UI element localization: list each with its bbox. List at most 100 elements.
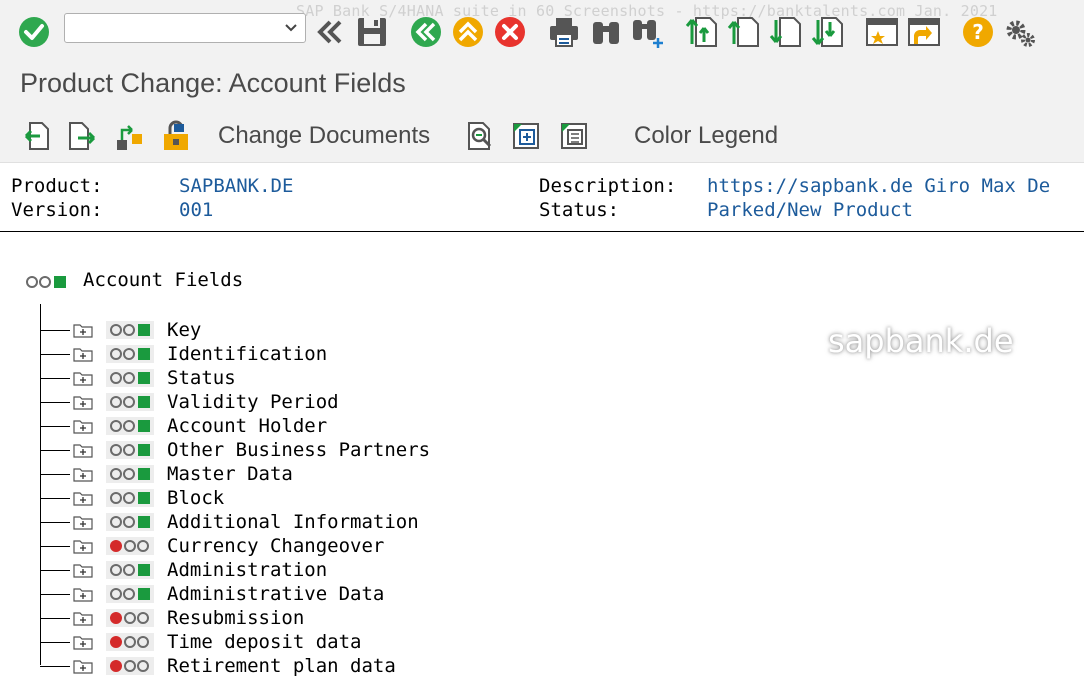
status-green-light-icon (106, 321, 154, 339)
tree-node[interactable]: Block (40, 486, 600, 510)
tree-node[interactable]: Resubmission (40, 606, 600, 630)
command-input[interactable] (71, 15, 275, 43)
next-page-icon[interactable] (768, 14, 804, 50)
color-legend-button[interactable]: Color Legend (634, 122, 778, 150)
change-documents-button[interactable]: Change Documents (218, 122, 430, 150)
tree-node[interactable]: Currency Changeover (40, 534, 600, 558)
status-green-light-icon (106, 393, 154, 411)
tree-node[interactable]: Retirement plan data (40, 654, 600, 678)
page-forward-icon[interactable] (66, 120, 98, 152)
version-label: Version: (11, 199, 103, 221)
tree-node-label[interactable]: Administrative Data (167, 582, 384, 606)
tree-node[interactable]: Master Data (40, 462, 600, 486)
enter-checkmark-icon[interactable] (16, 14, 52, 50)
print-icon[interactable] (546, 14, 582, 50)
folder-expand-icon[interactable] (73, 586, 93, 602)
tree-node-label[interactable]: Block (167, 486, 224, 510)
tree-node[interactable]: Administrative Data (40, 582, 600, 606)
folder-expand-icon[interactable] (73, 538, 93, 554)
folder-expand-icon[interactable] (73, 658, 93, 674)
back-icon[interactable] (408, 14, 444, 50)
tree-node[interactable]: Key (40, 318, 600, 342)
status-green-light-icon (106, 561, 154, 579)
folder-expand-icon[interactable] (73, 394, 93, 410)
status-green-light-icon (106, 585, 154, 603)
status-green-light-icon (106, 369, 154, 387)
last-page-icon[interactable] (810, 14, 846, 50)
find-next-icon[interactable] (630, 14, 666, 50)
tree-node[interactable]: Account Holder (40, 414, 600, 438)
unlock-icon[interactable] (160, 120, 192, 152)
folder-expand-icon[interactable] (73, 490, 93, 506)
chevron-down-icon[interactable] (283, 20, 299, 36)
cancel-icon[interactable] (492, 14, 528, 50)
new-session-icon[interactable] (864, 14, 900, 50)
status-label: Status: (539, 199, 620, 221)
folder-expand-icon[interactable] (73, 442, 93, 458)
tree-node-label[interactable]: Validity Period (167, 390, 339, 414)
help-icon[interactable]: ? (960, 14, 996, 50)
folder-expand-icon[interactable] (73, 322, 93, 338)
tree-node[interactable]: Additional Information (40, 510, 600, 534)
status-green-light-icon (106, 417, 154, 435)
version-value: 001 (179, 199, 214, 221)
folder-expand-icon[interactable] (73, 466, 93, 482)
status-red-light-icon (106, 633, 154, 651)
tree-node[interactable]: Identification (40, 342, 600, 366)
tree-node[interactable]: Status (40, 366, 600, 390)
shortcut-icon[interactable] (906, 14, 942, 50)
page-back-icon[interactable] (20, 120, 52, 152)
status-green-light-icon (106, 489, 154, 507)
folder-expand-icon[interactable] (73, 634, 93, 650)
product-value: SAPBANK.DE (179, 175, 294, 197)
folder-expand-icon[interactable] (73, 610, 93, 626)
gear-icon[interactable] (1002, 14, 1038, 50)
tree-node[interactable]: Other Business Partners (40, 438, 600, 462)
tree-node-label[interactable]: Additional Information (167, 510, 419, 534)
folder-expand-icon[interactable] (73, 346, 93, 362)
collapse-all-icon[interactable] (558, 120, 590, 152)
tree-branch-line (40, 618, 70, 619)
status-green-light-icon (106, 465, 154, 483)
folder-expand-icon[interactable] (73, 370, 93, 386)
tree-node-label[interactable]: Key (167, 318, 201, 342)
status-red-light-icon (106, 537, 154, 555)
tree-root-label[interactable]: Account Fields (83, 269, 243, 291)
previous-page-icon[interactable] (726, 14, 762, 50)
tree-node-label[interactable]: Currency Changeover (167, 534, 384, 558)
folder-expand-icon[interactable] (73, 418, 93, 434)
tree-node-label[interactable]: Other Business Partners (167, 438, 430, 462)
tree-branch-line (40, 474, 70, 475)
double-chevron-left-icon[interactable] (312, 14, 348, 50)
tree-node-label[interactable]: Time deposit data (167, 630, 361, 654)
tree-node-label[interactable]: Resubmission (167, 606, 304, 630)
find-icon[interactable] (588, 14, 624, 50)
system-toolbar: SAP Bank S/4HANA suite in 60 Screenshots… (0, 0, 1084, 63)
tree-node-label[interactable]: Administration (167, 558, 327, 582)
tree-node[interactable]: Time deposit data (40, 630, 600, 654)
tree-node[interactable]: Administration (40, 558, 600, 582)
root-status-icon (25, 274, 69, 295)
first-page-icon[interactable] (684, 14, 720, 50)
tree-branch-line (40, 666, 70, 667)
tree-node[interactable]: Validity Period (40, 390, 600, 414)
save-icon[interactable] (354, 14, 390, 50)
command-field[interactable] (64, 13, 306, 43)
hierarchy-icon[interactable] (114, 120, 146, 152)
tree-branch-line (40, 330, 70, 331)
expand-all-icon[interactable] (510, 120, 542, 152)
page-title: Product Change: Account Fields (20, 68, 406, 98)
tree-node-label[interactable]: Master Data (167, 462, 293, 486)
watermark-logo: sapbank.de (828, 322, 1014, 360)
zoom-document-icon[interactable] (464, 120, 496, 152)
tree-branch-line (40, 594, 70, 595)
tree-node-label[interactable]: Retirement plan data (167, 654, 396, 678)
folder-expand-icon[interactable] (73, 514, 93, 530)
exit-icon[interactable] (450, 14, 486, 50)
tree-node-label[interactable]: Account Holder (167, 414, 327, 438)
tree-node-label[interactable]: Identification (167, 342, 327, 366)
tree-node-label[interactable]: Status (167, 366, 236, 390)
description-value: https://sapbank.de Giro Max De (707, 175, 1051, 197)
folder-expand-icon[interactable] (73, 562, 93, 578)
tree-branch-line (40, 546, 70, 547)
